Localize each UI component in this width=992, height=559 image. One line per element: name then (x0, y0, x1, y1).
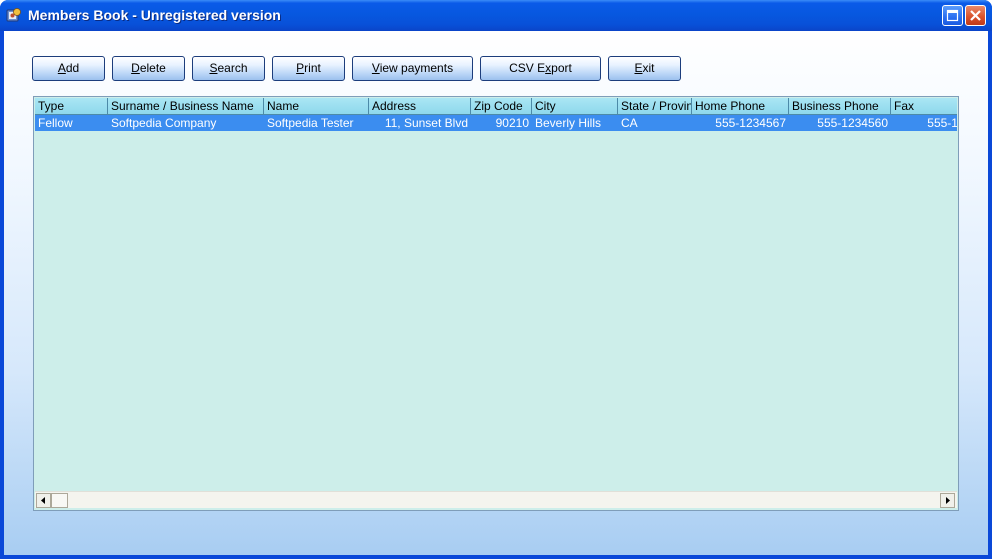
grid-viewport: Type Surname / Business Name Name Addres… (35, 98, 957, 491)
cell-fax: 555-1234 (927, 116, 957, 130)
close-button[interactable] (965, 5, 986, 26)
exit-button[interactable]: Exit (608, 56, 681, 81)
column-header-zip-code[interactable]: Zip Code (471, 98, 532, 115)
column-header-surname[interactable]: Surname / Business Name (108, 98, 264, 115)
scroll-left-button[interactable] (36, 493, 51, 508)
search-button[interactable]: Search (192, 56, 265, 81)
maximize-icon (946, 9, 959, 22)
column-header-state[interactable]: State / Province (618, 98, 692, 115)
exit-accelerator: E (634, 61, 643, 75)
cell-type: Fellow (38, 116, 73, 130)
scroll-thumb[interactable] (51, 493, 68, 508)
column-header-home-phone[interactable]: Home Phone (692, 98, 789, 115)
column-header-name[interactable]: Name (264, 98, 369, 115)
cell-address: 11, Sunset Blvd (384, 116, 468, 130)
arrow-right-icon (946, 497, 950, 504)
cell-state: CA (621, 116, 638, 130)
delete-accelerator: D (131, 61, 140, 75)
csv-export-button[interactable]: CSV Export (480, 56, 601, 81)
client-area: Add Delete Search Print View payments CS… (4, 31, 988, 555)
cell-business-phone: 555-1234560 (817, 116, 888, 130)
arrow-left-icon (41, 497, 45, 504)
add-accelerator: A (57, 61, 66, 75)
cell-home-phone: 555-1234567 (715, 116, 786, 130)
column-header-type[interactable]: Type (35, 98, 108, 115)
add-button[interactable]: Add (32, 56, 105, 81)
print-accelerator: P (296, 61, 305, 75)
table-row[interactable]: Fellow Softpedia Company Softpedia Teste… (35, 115, 957, 131)
members-grid[interactable]: Type Surname / Business Name Name Addres… (33, 96, 959, 511)
title-bar[interactable]: Members Book - Unregistered version (0, 0, 992, 31)
maximize-button[interactable] (942, 5, 963, 26)
cell-zip-code: 90210 (495, 116, 529, 130)
view-payments-accelerator: V (371, 61, 380, 75)
cell-surname: Softpedia Company (111, 116, 217, 130)
view-payments-button[interactable]: View payments (352, 56, 473, 81)
delete-button[interactable]: Delete (112, 56, 185, 81)
window-title: Members Book - Unregistered version (28, 7, 281, 23)
horizontal-scrollbar[interactable] (35, 491, 957, 508)
grid-header-row: Type Surname / Business Name Name Addres… (35, 98, 957, 115)
column-header-city[interactable]: City (532, 98, 618, 115)
scroll-right-button[interactable] (940, 493, 955, 508)
column-header-business-phone[interactable]: Business Phone (789, 98, 891, 115)
column-header-fax[interactable]: Fax (891, 98, 957, 115)
close-icon (970, 10, 981, 21)
cell-city: Beverly Hills (535, 116, 602, 130)
app-window: Members Book - Unregistered version Add … (0, 0, 992, 559)
cell-name: Softpedia Tester (267, 116, 354, 130)
column-header-address[interactable]: Address (369, 98, 471, 115)
members-book-app-icon[interactable] (6, 7, 22, 23)
print-button[interactable]: Print (272, 56, 345, 81)
